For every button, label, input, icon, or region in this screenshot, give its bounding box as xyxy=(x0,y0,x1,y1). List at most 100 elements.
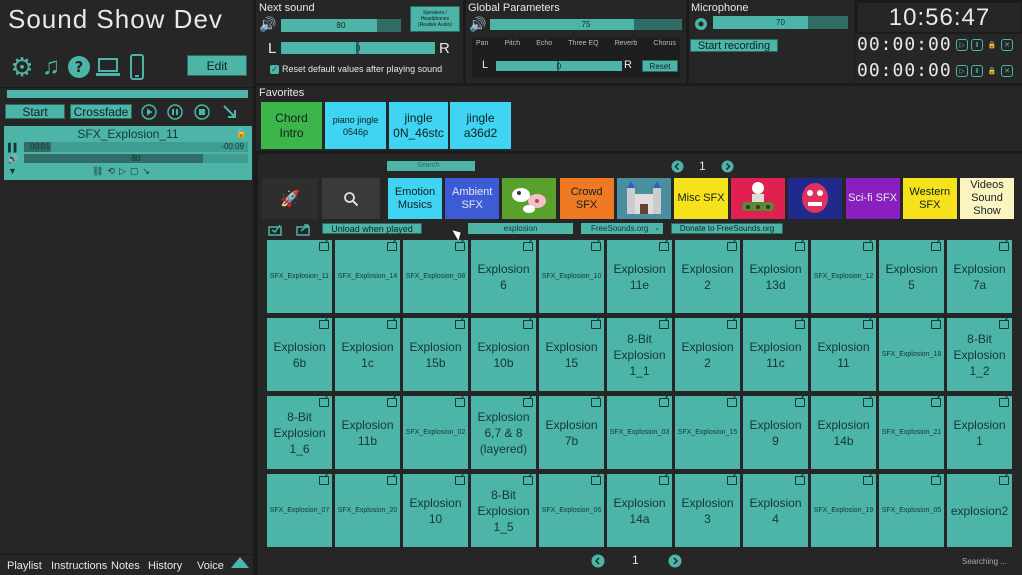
open-external-icon[interactable] xyxy=(931,398,941,407)
open-external-icon[interactable] xyxy=(999,398,1009,407)
sound-tile[interactable]: Explosion 1c xyxy=(335,318,400,391)
sound-tile[interactable]: Explosion 5 xyxy=(879,240,944,313)
sound-tile[interactable]: Explosion 6,7 & 8 (layered) xyxy=(471,396,536,469)
output-device-button[interactable]: Speakers / Headphones (Realtek Audio) xyxy=(410,6,460,32)
open-external-icon[interactable] xyxy=(727,242,737,251)
favorite-item[interactable]: Chord Intro xyxy=(261,102,322,149)
tab-search[interactable] xyxy=(322,178,380,219)
sound-tile[interactable]: Explosion 3 xyxy=(675,474,740,547)
open-external-icon[interactable] xyxy=(523,242,533,251)
sound-tile[interactable]: SFX_Explosion_02 xyxy=(403,396,468,469)
sound-tile[interactable]: Explosion 6b xyxy=(267,318,332,391)
source-select[interactable]: FreeSounds.org ⌄ xyxy=(581,223,663,234)
donate-button[interactable]: Donate to FreeSounds.org xyxy=(671,223,783,234)
edit-button[interactable]: Edit xyxy=(187,55,247,76)
open-external-icon[interactable] xyxy=(591,242,601,251)
category-search-input[interactable]: Search xyxy=(387,161,475,171)
category-tab[interactable]: Western SFX xyxy=(902,178,957,219)
effect-tab-chorus[interactable]: Chorus xyxy=(653,40,676,47)
laptop-icon[interactable] xyxy=(94,53,122,81)
next-volume-slider[interactable]: 80 xyxy=(281,19,401,32)
stop-icon[interactable] xyxy=(193,103,211,121)
reset-checkbox[interactable]: ✓ xyxy=(270,65,279,74)
open-external-icon[interactable] xyxy=(319,242,329,251)
favorite-item[interactable]: jingle 0N_46stc xyxy=(389,102,448,149)
open-external-icon[interactable] xyxy=(659,476,669,485)
sound-tile[interactable]: SFX_Explosion_14 xyxy=(335,240,400,313)
sound-tile[interactable]: SFX_Explosion_18 xyxy=(879,318,944,391)
sound-tile[interactable]: SFX_Explosion_06 xyxy=(539,474,604,547)
open-external-icon[interactable] xyxy=(455,320,465,329)
open-external-icon[interactable] xyxy=(795,476,805,485)
timer2-reset-icon[interactable]: ✕ xyxy=(1001,65,1013,77)
help-icon[interactable]: ? xyxy=(66,53,92,81)
timer1-lock-icon[interactable]: 🔒 xyxy=(986,39,998,51)
sound-tile[interactable]: SFX_Explosion_08 xyxy=(403,240,468,313)
open-external-icon[interactable] xyxy=(999,476,1009,485)
prev-page-icon[interactable] xyxy=(670,159,684,173)
expand-tabs-icon[interactable] xyxy=(231,557,249,568)
category-tab[interactable]: Ambient SFX xyxy=(445,178,500,219)
sound-tile[interactable]: SFX_Explosion_03 xyxy=(607,396,672,469)
sound-tile[interactable]: Explosion 6 xyxy=(471,240,536,313)
sound-tile[interactable]: Explosion 4 xyxy=(743,474,808,547)
timer2-play-icon[interactable]: ▷ xyxy=(956,65,968,77)
grid-prev-page-icon[interactable] xyxy=(590,553,605,568)
global-volume-slider[interactable]: 75 xyxy=(490,19,682,30)
sound-search-input[interactable]: explosion xyxy=(468,223,573,234)
open-external-icon[interactable] xyxy=(387,476,397,485)
card-controls-icons[interactable]: ⛓⟲▷▢↘ xyxy=(92,166,154,177)
sound-tile[interactable]: Explosion 2 xyxy=(675,240,740,313)
open-external-icon[interactable] xyxy=(863,476,873,485)
open-external-icon[interactable] xyxy=(659,242,669,251)
sound-tile[interactable]: Explosion 9 xyxy=(743,396,808,469)
open-external-icon[interactable] xyxy=(863,242,873,251)
grid-next-page-icon[interactable] xyxy=(667,553,682,568)
sound-tile[interactable]: Explosion 15b xyxy=(403,318,468,391)
category-castle[interactable] xyxy=(616,178,671,219)
effect-tab-reverb[interactable]: Reverb xyxy=(615,40,638,47)
timer1-reset-icon[interactable]: ✕ xyxy=(1001,39,1013,51)
sound-tile[interactable]: Explosion 11e xyxy=(607,240,672,313)
open-external-icon[interactable] xyxy=(863,320,873,329)
tab-instructions[interactable]: Instructions xyxy=(51,560,107,572)
effects-tabs[interactable]: Pan Pitch Echo Three EQ Reverb Chorus xyxy=(476,40,676,47)
sound-tile[interactable]: 8-Bit Explosion 1_2 xyxy=(947,318,1012,391)
pause-icon[interactable] xyxy=(166,103,184,121)
start-recording-button[interactable]: Start recording xyxy=(690,39,778,52)
card-volume-slider[interactable]: 80 xyxy=(24,154,248,163)
sound-tile[interactable]: explosion2 xyxy=(947,474,1012,547)
open-external-icon[interactable] xyxy=(999,242,1009,251)
open-external-icon[interactable] xyxy=(795,242,805,251)
open-external-icon[interactable] xyxy=(931,320,941,329)
open-external-icon[interactable] xyxy=(387,398,397,407)
open-external-icon[interactable] xyxy=(863,398,873,407)
category-monster[interactable] xyxy=(788,178,843,219)
open-external-icon[interactable] xyxy=(727,398,737,407)
open-external-icon[interactable] xyxy=(319,476,329,485)
gear-icon[interactable]: ⚙ xyxy=(8,52,36,82)
effect-tab-echo[interactable]: Echo xyxy=(536,40,552,47)
sound-tile[interactable]: SFX_Explosion_20 xyxy=(335,474,400,547)
expand-icon[interactable]: ▼ xyxy=(8,166,17,176)
sound-tile[interactable]: 8-Bit Explosion 1_5 xyxy=(471,474,536,547)
sound-tile[interactable]: SFX_Explosion_19 xyxy=(811,474,876,547)
open-external-icon[interactable] xyxy=(591,398,601,407)
tab-notes[interactable]: Notes xyxy=(111,560,140,572)
timer2-lock-icon[interactable]: 🔒 xyxy=(986,65,998,77)
open-external-icon[interactable] xyxy=(931,242,941,251)
open-external-icon[interactable] xyxy=(387,320,397,329)
effect-tab-three-eq[interactable]: Three EQ xyxy=(568,40,598,47)
open-external-icon[interactable] xyxy=(319,398,329,407)
sound-tile[interactable]: Explosion 7b xyxy=(539,396,604,469)
sound-tile[interactable]: Explosion 10b xyxy=(471,318,536,391)
open-external-icon[interactable] xyxy=(795,398,805,407)
play-icon[interactable] xyxy=(140,103,158,121)
open-external-icon[interactable] xyxy=(319,320,329,329)
timer2-pause-icon[interactable]: Ⅱ xyxy=(971,65,983,77)
sound-tile[interactable]: Explosion 2 xyxy=(675,318,740,391)
music-note-icon[interactable]: ♫ xyxy=(38,53,64,81)
open-external-icon[interactable] xyxy=(523,398,533,407)
sound-tile[interactable]: SFX_Explosion_05 xyxy=(879,474,944,547)
sound-tile[interactable]: 8-Bit Explosion 1_6 xyxy=(267,396,332,469)
